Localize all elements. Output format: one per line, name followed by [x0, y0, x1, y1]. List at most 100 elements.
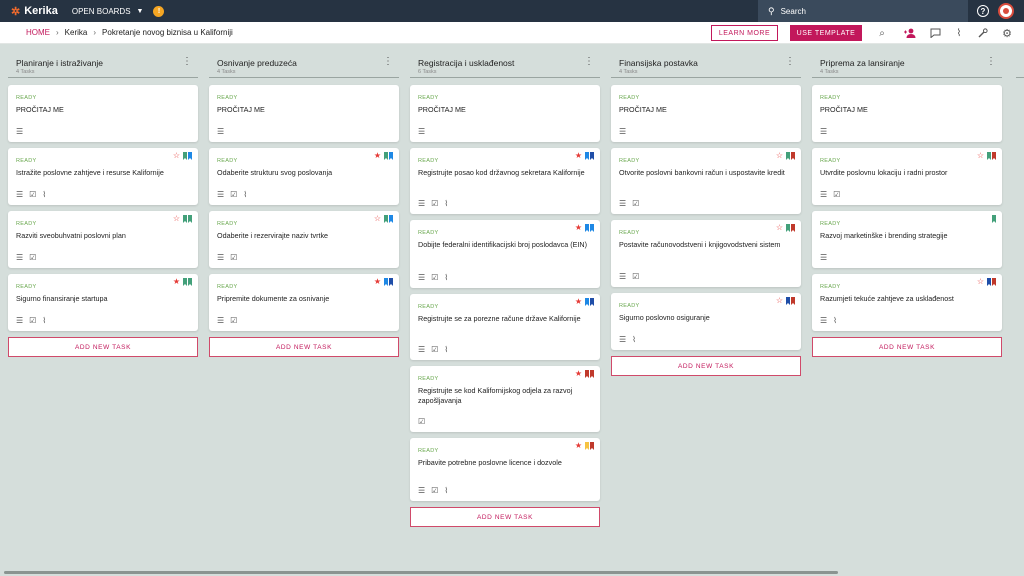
checklist-icon: ☑ — [431, 486, 439, 495]
priority-star-filled-icon[interactable]: ★ — [575, 298, 582, 306]
task-card[interactable]: READY Razvoj marketinške i brending strat… — [812, 211, 1002, 268]
task-title: PROČITAJ ME — [418, 105, 466, 114]
priority-star-filled-icon[interactable]: ★ — [173, 278, 180, 286]
chevron-right-icon: › — [56, 28, 59, 37]
column-menu-icon[interactable]: ⋮ — [584, 57, 594, 67]
tag-bookmark-icon — [590, 298, 594, 306]
learn-more-button[interactable]: LEARN MORE — [711, 25, 778, 41]
tag-bookmark-icon — [786, 152, 790, 160]
checklist-icon: ☑ — [230, 316, 238, 325]
add-new-task-button[interactable]: ADD NEW TASK — [410, 507, 600, 527]
task-card[interactable]: READY Registrujte se za porezne račune dr… — [410, 294, 600, 360]
task-status: READY — [418, 95, 439, 101]
avatar[interactable] — [998, 3, 1014, 19]
task-card[interactable]: READY Otvorite poslovni bankovni račun i … — [611, 148, 801, 214]
priority-star-filled-icon[interactable]: ★ — [575, 152, 582, 160]
add-person-icon[interactable] — [903, 26, 917, 40]
priority-star-empty-icon[interactable]: ☆ — [374, 215, 381, 223]
column-menu-icon[interactable]: ⋮ — [986, 57, 996, 67]
task-status: READY — [16, 95, 37, 101]
task-icons: ☰ ☑ ⌇ — [16, 316, 52, 325]
task-card[interactable]: READY PROČITAJ ME ☰ — [209, 85, 399, 142]
add-new-task-button[interactable]: ADD NEW TASK — [209, 337, 399, 357]
task-card[interactable]: READY Registrujte se kod Kalifornijskog o… — [410, 366, 600, 432]
task-card[interactable]: READY PROČITAJ ME ☰ — [410, 85, 600, 142]
priority-star-empty-icon[interactable]: ☆ — [977, 278, 984, 286]
tools-icon[interactable] — [976, 26, 990, 40]
description-icon: ☰ — [619, 127, 627, 136]
org-badge[interactable]: ! — [153, 5, 165, 17]
horizontal-scrollbar[interactable] — [4, 571, 838, 574]
task-card[interactable]: READY Razviti sveobuhvatni poslovni plan ☆… — [8, 211, 198, 268]
task-flags: ☆ — [776, 297, 795, 305]
priority-star-empty-icon[interactable]: ☆ — [776, 152, 783, 160]
task-card[interactable]: READY PROČITAJ ME ☰ — [611, 85, 801, 142]
task-card[interactable]: READY Utvrdite poslovnu lokaciju i radni … — [812, 148, 1002, 205]
tag-bookmark-icon — [791, 224, 795, 232]
search-input[interactable] — [780, 6, 951, 16]
search-board-icon[interactable]: ⌕ — [875, 26, 889, 40]
column-title[interactable]: Planiranje i istraživanje — [16, 58, 103, 68]
priority-star-empty-icon[interactable]: ☆ — [173, 215, 180, 223]
add-new-task-button[interactable]: ADD NEW TASK — [812, 337, 1002, 357]
attachment-icon[interactable]: ⌇ — [952, 26, 966, 40]
tag-bookmark-icon — [992, 278, 996, 286]
task-card[interactable]: READY Odaberite strukturu svog poslovanja… — [209, 148, 399, 205]
task-flags: ★ — [575, 442, 594, 450]
column-task-count: 4 Tasks — [217, 69, 236, 75]
task-card[interactable]: READY Registrujte posao kod državnog sekr… — [410, 148, 600, 214]
priority-star-empty-icon[interactable]: ☆ — [776, 297, 783, 305]
priority-star-filled-icon[interactable]: ★ — [374, 278, 381, 286]
column-menu-icon[interactable]: ⋮ — [785, 57, 795, 67]
task-card[interactable]: READY PROČITAJ ME ☰ — [812, 85, 1002, 142]
task-card[interactable]: READY Odaberite i rezervirajte naziv tvrt… — [209, 211, 399, 268]
task-card[interactable]: READY Dobijte federalni identifikacijski … — [410, 220, 600, 288]
column-menu-icon[interactable]: ⋮ — [383, 57, 393, 67]
column-planiranje: Planiranje i istraživanje 4 Tasks ⋮ READ… — [8, 52, 198, 357]
search-box[interactable]: ⚲ — [758, 0, 968, 22]
priority-star-filled-icon[interactable]: ★ — [575, 370, 582, 378]
task-card[interactable]: READY Istražite poslovne zahtjeve i resur… — [8, 148, 198, 205]
task-card[interactable]: READY Postavite računovodstveni i knjigov… — [611, 220, 801, 287]
task-title: Postavite računovodstveni i knjigovodstv… — [619, 240, 781, 249]
priority-star-empty-icon[interactable]: ☆ — [173, 152, 180, 160]
task-card[interactable]: READY PROČITAJ ME ☰ — [8, 85, 198, 142]
settings-gear-icon[interactable]: ⚙ — [1000, 26, 1014, 40]
search-icon: ⚲ — [768, 5, 775, 16]
open-boards-menu[interactable]: OPEN BOARDS ▼ — [72, 7, 144, 16]
column-header: Planiranje i istraživanje 4 Tasks ⋮ — [8, 52, 198, 78]
priority-star-filled-icon[interactable]: ★ — [575, 442, 582, 450]
task-card[interactable]: READY Sigurno finansiranje startupa ★ ☰ ☑ ⌇ — [8, 274, 198, 331]
column-title[interactable]: Finansijska postavka — [619, 58, 698, 68]
task-flags: ☆ — [173, 215, 192, 223]
column-title[interactable]: Registracija i usklađenost — [418, 58, 514, 68]
column-menu-icon[interactable]: ⋮ — [182, 57, 192, 67]
tag-bookmark-icon — [183, 215, 187, 223]
task-card[interactable]: READY Razumjeti tekuće zahtjeve za usklađ… — [812, 274, 1002, 331]
priority-star-empty-icon[interactable]: ☆ — [776, 224, 783, 232]
help-icon[interactable]: ? — [977, 5, 989, 17]
task-title: Registrujte se za porezne račune države … — [418, 314, 581, 323]
add-new-task-button[interactable]: ADD NEW TASK — [611, 356, 801, 376]
kerika-logo[interactable]: ✲ Kerika — [11, 5, 58, 18]
checklist-icon: ☑ — [833, 190, 841, 199]
breadcrumb-org[interactable]: Kerika — [65, 28, 88, 37]
chat-icon[interactable] — [928, 26, 942, 40]
task-title: PROČITAJ ME — [820, 105, 868, 114]
tag-bookmark-icon — [992, 152, 996, 160]
task-flags: ★ — [575, 298, 594, 306]
priority-star-filled-icon[interactable]: ★ — [374, 152, 381, 160]
column-osnivanje: Osnivanje preduzeća 4 Tasks ⋮ READY PROČI… — [209, 52, 399, 357]
breadcrumb-home[interactable]: HOME — [26, 28, 50, 37]
priority-star-empty-icon[interactable]: ☆ — [977, 152, 984, 160]
priority-star-filled-icon[interactable]: ★ — [575, 224, 582, 232]
task-card[interactable]: READY Pribavite potrebne poslovne licence… — [410, 438, 600, 501]
add-new-task-button[interactable]: ADD NEW TASK — [8, 337, 198, 357]
task-card[interactable]: READY Sigurno poslovno osiguranje ☆ ☰ ⌇ — [611, 293, 801, 350]
tag-bookmark-icon — [791, 297, 795, 305]
column-title[interactable]: Priprema za lansiranje — [820, 58, 905, 68]
task-card[interactable]: READY Pripremite dokumente za osnivanje ★ ☰… — [209, 274, 399, 331]
use-template-button[interactable]: USE TEMPLATE — [790, 25, 862, 41]
column-title[interactable]: Osnivanje preduzeća — [217, 58, 297, 68]
logo-text: Kerika — [24, 5, 58, 17]
